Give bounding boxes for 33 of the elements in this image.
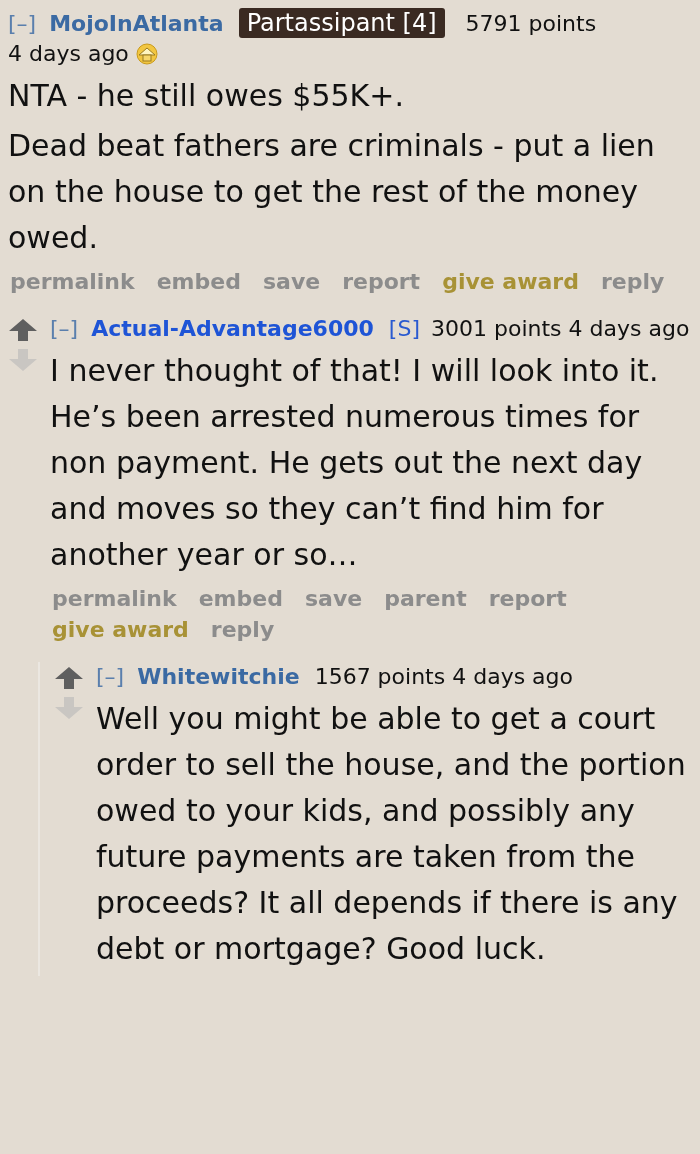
score-text: 3001 points [430,316,562,341]
timestamp: 4 days ago [568,316,690,341]
username-link[interactable]: Actual-Advantage6000 [91,316,374,341]
action-link[interactable]: reply [210,617,275,642]
action-link[interactable]: embed [156,269,241,294]
comment-text: I never thought of that! I will look into it. He’s been arrested numerous times for non payment. He gets out the next day and moves so they can’t find him for another year or so… [50,352,660,574]
action-link[interactable]: reply [600,269,665,294]
action-link[interactable]: parent [384,586,467,611]
timestamp: 4 days ago [452,664,574,689]
action-link[interactable]: save [304,586,363,611]
action-link[interactable]: embed [198,586,283,611]
comment-text: NTA - he still owes $55K+. [8,77,405,115]
score-text: 1567 points [314,664,446,689]
collapse-toggle[interactable]: [–] [50,316,79,341]
action-link[interactable]: permalink [52,586,177,611]
give-award-link[interactable]: give award [52,617,189,642]
collapse-toggle[interactable]: [–] [96,664,125,689]
comment-text: Dead beat fathers are criminals - put a lien on the house to get the rest of the money owed. [8,127,656,257]
timestamp: 4 days ago [8,41,129,66]
submitter-tag[interactable]: [S] [388,316,420,341]
upvote-icon[interactable] [8,318,38,342]
username-link[interactable]: MojoInAtlanta [49,11,224,36]
action-link[interactable]: save [262,269,321,294]
username-link[interactable]: Whitewitchie [137,664,300,689]
user-flair: Partassipant [4] [238,8,445,38]
score-text: 5791 points [465,11,597,36]
comment-text: Well you might be able to get a court order to sell the house, and the portion owed to your kids, and possibly any future payments are taken from the proceeds? It all depends if there is any debt or mortgage? Good luck. [96,700,687,968]
action-link[interactable]: report [342,269,421,294]
action-link[interactable]: permalink [10,269,135,294]
upvote-icon[interactable] [54,666,84,690]
action-link[interactable]: report [488,586,567,611]
give-award-link[interactable]: give award [442,269,579,294]
collapse-toggle[interactable]: [–] [8,11,37,36]
